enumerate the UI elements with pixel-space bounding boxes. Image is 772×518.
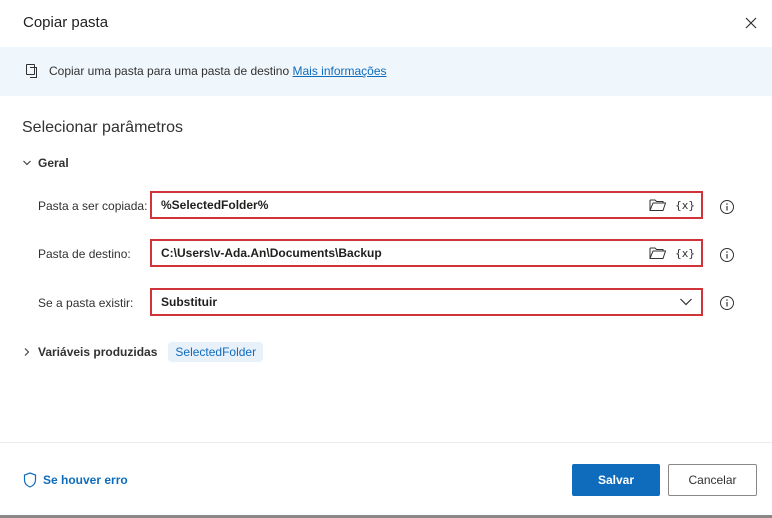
footer-divider xyxy=(0,442,772,443)
source-folder-input[interactable]: %SelectedFolder% xyxy=(161,198,649,212)
if-folder-exists-dropdown[interactable]: Substituir xyxy=(150,288,703,316)
chevron-down-icon xyxy=(680,298,692,306)
source-folder-label: Pasta a ser copiada: xyxy=(38,199,148,213)
info-description: Copiar uma pasta para uma pasta de desti… xyxy=(49,64,290,78)
general-group-label: Geral xyxy=(38,156,69,170)
more-info-link[interactable]: Mais informações xyxy=(293,64,387,78)
folder-icon[interactable] xyxy=(649,246,667,260)
info-bar: Copiar uma pasta para uma pasta de desti… xyxy=(0,47,772,96)
on-error-link[interactable]: Se houver erro xyxy=(23,472,128,488)
destination-folder-field[interactable]: C:\Users\v-Ada.An\Documents\Backup {x} xyxy=(150,239,703,267)
close-icon xyxy=(745,17,757,29)
shield-icon xyxy=(23,472,37,488)
folder-icon[interactable] xyxy=(649,198,667,212)
general-group-toggle[interactable]: Geral xyxy=(22,156,69,170)
chevron-right-icon xyxy=(24,348,30,356)
dialog-title: Copiar pasta xyxy=(23,14,109,31)
source-folder-field[interactable]: %SelectedFolder% {x} xyxy=(150,191,703,219)
info-circle-icon[interactable] xyxy=(719,247,735,263)
if-folder-exists-value: Substituir xyxy=(161,295,217,309)
copy-icon xyxy=(26,64,37,78)
close-button[interactable] xyxy=(740,12,762,34)
produced-variables-label: Variáveis produzidas xyxy=(38,345,158,359)
variable-chip[interactable]: SelectedFolder xyxy=(168,342,264,362)
destination-folder-input[interactable]: C:\Users\v-Ada.An\Documents\Backup xyxy=(161,246,649,260)
produced-variables-toggle[interactable]: Variáveis produzidas SelectedFolder xyxy=(22,342,264,362)
on-error-label: Se houver erro xyxy=(43,473,128,487)
info-circle-icon[interactable] xyxy=(719,295,735,311)
info-text: Copiar uma pasta para uma pasta de desti… xyxy=(49,64,387,78)
cancel-button[interactable]: Cancelar xyxy=(668,464,757,496)
if-folder-exists-label: Se a pasta existir: xyxy=(38,296,134,310)
variable-icon[interactable]: {x} xyxy=(675,199,695,212)
copy-folder-dialog: Copiar pasta Copiar uma pasta para uma p… xyxy=(0,0,772,518)
destination-folder-label: Pasta de destino: xyxy=(38,247,131,261)
save-button[interactable]: Salvar xyxy=(572,464,660,496)
section-title: Selecionar parâmetros xyxy=(22,119,183,136)
info-circle-icon[interactable] xyxy=(719,199,735,215)
chevron-down-icon xyxy=(23,160,31,166)
variable-icon[interactable]: {x} xyxy=(675,247,695,260)
